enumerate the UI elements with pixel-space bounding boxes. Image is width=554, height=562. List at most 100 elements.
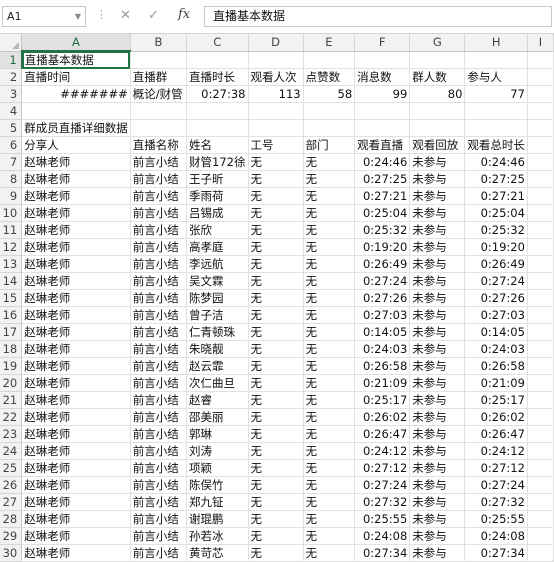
cell-a13[interactable]: 赵琳老师 <box>21 255 131 273</box>
cell-b27[interactable]: 前言小结 <box>130 493 188 511</box>
cell-d9[interactable]: 无 <box>248 187 304 205</box>
row-header[interactable]: 5 <box>0 119 23 137</box>
cell-h30[interactable]: 0:27:34 <box>464 544 528 562</box>
cell-b29[interactable]: 前言小结 <box>130 527 188 545</box>
cell-i16[interactable] <box>527 306 554 324</box>
cell-f24[interactable]: 0:24:12 <box>354 442 411 460</box>
cell-i11[interactable] <box>527 221 554 239</box>
column-header-d[interactable]: D <box>248 34 304 52</box>
cell-g27[interactable]: 未参与 <box>409 493 466 511</box>
row-header[interactable]: 17 <box>0 323 23 341</box>
cell-h19[interactable]: 0:26:58 <box>464 357 528 375</box>
row-header[interactable]: 27 <box>0 493 23 511</box>
cell-d13[interactable]: 无 <box>248 255 304 273</box>
cell-i17[interactable] <box>527 323 554 341</box>
column-header-i[interactable]: I <box>527 34 554 52</box>
cell-f19[interactable]: 0:26:58 <box>354 357 411 375</box>
cell-c30[interactable]: 黄苛芯 <box>186 544 249 562</box>
row-header[interactable]: 30 <box>0 544 23 562</box>
cell-c27[interactable]: 郑九钲 <box>186 493 249 511</box>
cell-f27[interactable]: 0:27:32 <box>354 493 411 511</box>
cell-h16[interactable]: 0:27:03 <box>464 306 528 324</box>
cell-i3[interactable] <box>527 85 554 103</box>
row-header[interactable]: 9 <box>0 187 23 205</box>
cell-c4[interactable] <box>186 102 249 120</box>
cell-e5[interactable] <box>303 119 356 137</box>
cell-d28[interactable]: 无 <box>248 510 304 528</box>
cell-c26[interactable]: 陈俣竹 <box>186 476 249 494</box>
cell-e17[interactable]: 无 <box>303 323 356 341</box>
cell-b21[interactable]: 前言小结 <box>130 391 188 409</box>
cell-g9[interactable]: 未参与 <box>409 187 466 205</box>
cell-f25[interactable]: 0:27:12 <box>354 459 411 477</box>
row-header[interactable]: 19 <box>0 357 23 375</box>
cell-h15[interactable]: 0:27:26 <box>464 289 528 307</box>
cell-g3[interactable]: 80 <box>409 85 466 103</box>
cell-f28[interactable]: 0:25:55 <box>354 510 411 528</box>
cell-i7[interactable] <box>527 153 554 171</box>
row-header[interactable]: 22 <box>0 408 23 426</box>
cell-c6[interactable]: 姓名 <box>186 136 249 154</box>
row-header[interactable]: 24 <box>0 442 23 460</box>
cell-c5[interactable] <box>186 119 249 137</box>
cell-b16[interactable]: 前言小结 <box>130 306 188 324</box>
cell-d27[interactable]: 无 <box>248 493 304 511</box>
cell-e9[interactable]: 无 <box>303 187 356 205</box>
cell-e1[interactable] <box>303 51 356 69</box>
cell-e13[interactable]: 无 <box>303 255 356 273</box>
cell-g6[interactable]: 观看回放 <box>409 136 466 154</box>
cell-h11[interactable]: 0:25:32 <box>464 221 528 239</box>
cell-b5[interactable] <box>130 119 188 137</box>
cell-d29[interactable]: 无 <box>248 527 304 545</box>
cell-d22[interactable]: 无 <box>248 408 304 426</box>
cell-a12[interactable]: 赵琳老师 <box>21 238 131 256</box>
cell-g17[interactable]: 未参与 <box>409 323 466 341</box>
cell-g12[interactable]: 未参与 <box>409 238 466 256</box>
cell-d4[interactable] <box>248 102 304 120</box>
row-header[interactable]: 12 <box>0 238 23 256</box>
cell-e11[interactable]: 无 <box>303 221 356 239</box>
cell-i10[interactable] <box>527 204 554 222</box>
cell-g25[interactable]: 未参与 <box>409 459 466 477</box>
cell-d20[interactable]: 无 <box>248 374 304 392</box>
cell-a17[interactable]: 赵琳老师 <box>21 323 131 341</box>
cell-h6[interactable]: 观看总时长 <box>464 136 528 154</box>
cell-h5[interactable] <box>464 119 528 137</box>
cell-i1[interactable] <box>527 51 554 69</box>
cell-f6[interactable]: 观看直播 <box>354 136 411 154</box>
cell-h29[interactable]: 0:24:08 <box>464 527 528 545</box>
cell-d1[interactable] <box>248 51 304 69</box>
name-box[interactable]: A1 ▼ <box>2 6 86 27</box>
cell-a11[interactable]: 赵琳老师 <box>21 221 131 239</box>
row-header[interactable]: 29 <box>0 527 23 545</box>
cell-e27[interactable]: 无 <box>303 493 356 511</box>
cell-a14[interactable]: 赵琳老师 <box>21 272 131 290</box>
cell-g16[interactable]: 未参与 <box>409 306 466 324</box>
cell-a20[interactable]: 赵琳老师 <box>21 374 131 392</box>
cell-e29[interactable]: 无 <box>303 527 356 545</box>
cell-h22[interactable]: 0:26:02 <box>464 408 528 426</box>
cell-i21[interactable] <box>527 391 554 409</box>
cell-b18[interactable]: 前言小结 <box>130 340 188 358</box>
cell-h17[interactable]: 0:14:05 <box>464 323 528 341</box>
cell-d11[interactable]: 无 <box>248 221 304 239</box>
cell-a5[interactable]: 群成员直播详细数据 <box>21 119 131 137</box>
cell-f1[interactable] <box>354 51 411 69</box>
cell-f8[interactable]: 0:27:25 <box>354 170 411 188</box>
cell-c11[interactable]: 张欣 <box>186 221 249 239</box>
cell-d7[interactable]: 无 <box>248 153 304 171</box>
cell-c15[interactable]: 陈梦园 <box>186 289 249 307</box>
cell-f3[interactable]: 99 <box>354 85 411 103</box>
cell-b9[interactable]: 前言小结 <box>130 187 188 205</box>
drag-handle-icon[interactable]: ⋮ <box>96 8 107 21</box>
cell-g28[interactable]: 未参与 <box>409 510 466 528</box>
cell-b1[interactable] <box>130 51 188 69</box>
cell-h14[interactable]: 0:27:24 <box>464 272 528 290</box>
cell-b22[interactable]: 前言小结 <box>130 408 188 426</box>
cell-g2[interactable]: 群人数 <box>409 68 466 86</box>
cell-a9[interactable]: 赵琳老师 <box>21 187 131 205</box>
cell-h10[interactable]: 0:25:04 <box>464 204 528 222</box>
cell-d18[interactable]: 无 <box>248 340 304 358</box>
cell-f17[interactable]: 0:14:05 <box>354 323 411 341</box>
cell-a4[interactable] <box>21 102 131 120</box>
